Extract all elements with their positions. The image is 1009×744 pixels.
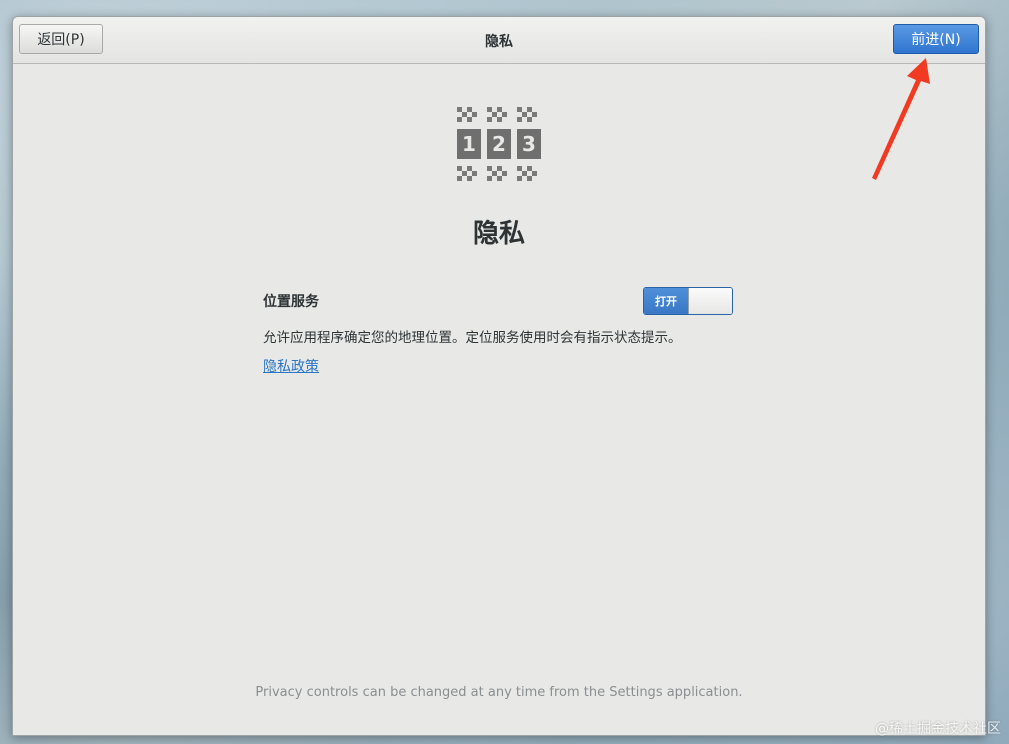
location-services-description: 允许应用程序确定您的地理位置。定位服务使用时会有指示状态提示。 bbox=[263, 330, 682, 346]
privacy-policy-link[interactable]: 隐私政策 bbox=[263, 356, 319, 376]
logo-digit-1: 1 bbox=[462, 132, 476, 156]
location-services-toggle[interactable]: 打开 bbox=[643, 287, 733, 315]
header-title: 隐私 bbox=[485, 34, 513, 50]
location-services-label: 位置服务 bbox=[263, 294, 319, 310]
logo-digit-3: 3 bbox=[522, 132, 536, 156]
footer-note: Privacy controls can be changed at any t… bbox=[255, 685, 743, 700]
toggle-knob[interactable] bbox=[688, 288, 732, 314]
page-title: 隐私 bbox=[472, 219, 525, 249]
header-bar: 返回(P) 隐私 前进(N) bbox=[13, 17, 985, 64]
checker-pattern-top bbox=[457, 107, 537, 122]
watermark: @稀土掘金技术社区 bbox=[875, 721, 1001, 737]
next-button[interactable]: 前进(N) bbox=[893, 24, 979, 54]
checker-pattern-bottom bbox=[457, 166, 537, 181]
toggle-on-label: 打开 bbox=[644, 288, 688, 314]
digit-boxes: 1 2 3 bbox=[457, 129, 541, 159]
logo-digit-2: 2 bbox=[492, 132, 506, 156]
setup-window: 返回(P) 隐私 前进(N) 1 2 3 隐私 位置服务 打开 允许应用程序确定… bbox=[12, 16, 986, 736]
annotation-arrow-icon bbox=[872, 58, 930, 180]
privacy-checkered-123-icon: 1 2 3 bbox=[457, 107, 541, 181]
